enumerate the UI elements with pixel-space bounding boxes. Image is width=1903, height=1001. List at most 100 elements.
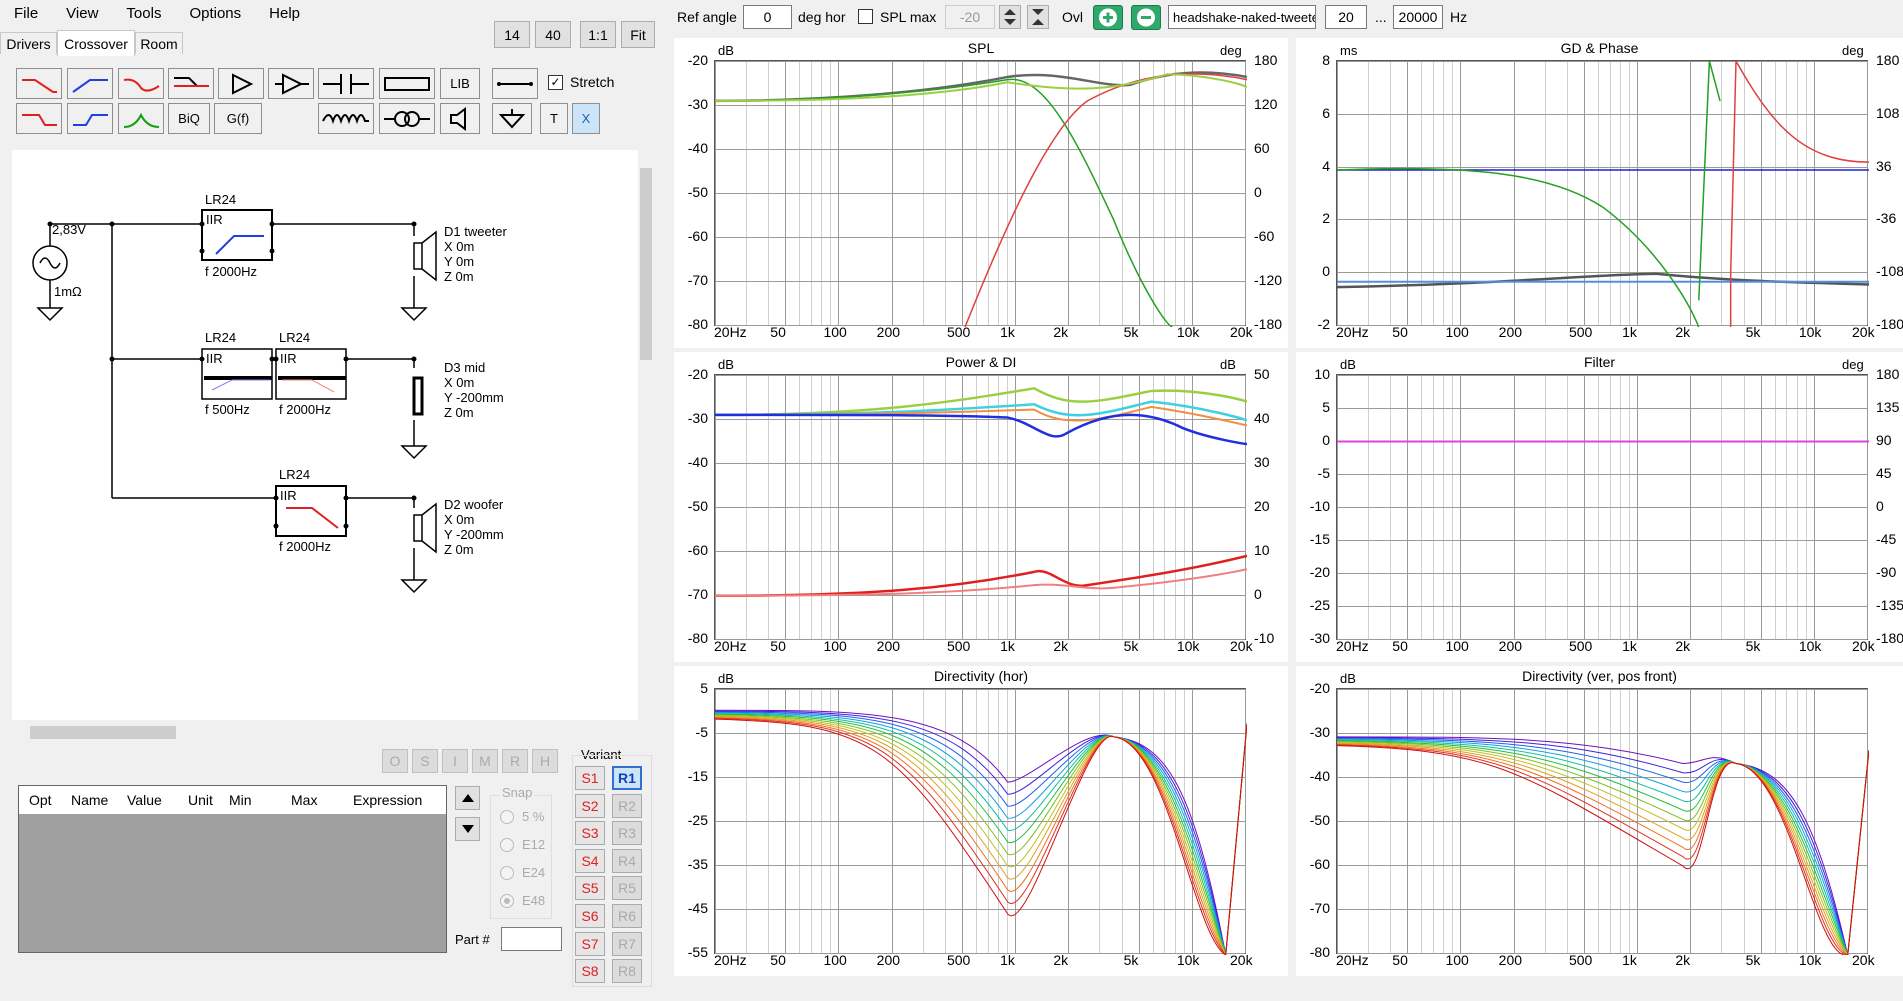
variant-s-button[interactable]: S8 [575, 959, 605, 984]
wire-tool[interactable] [492, 68, 538, 99]
spl-spinner[interactable] [999, 5, 1021, 29]
vertical-scrollbar[interactable] [638, 150, 654, 720]
shelf-filter-tool[interactable] [168, 68, 214, 99]
col-name[interactable]: Name [71, 792, 108, 808]
bandpass-green-tool[interactable] [118, 103, 164, 134]
variant-r-button[interactable]: R6 [612, 904, 642, 928]
snap-radio-e48[interactable] [500, 894, 514, 908]
overlay-name-input[interactable]: headshake-naked-tweeter [1168, 5, 1316, 29]
highpass-blue-tool[interactable] [67, 103, 113, 134]
ref-angle-input[interactable]: 0 [743, 5, 792, 29]
part-number-input[interactable] [501, 927, 562, 951]
y-tick-label: -25 [1309, 597, 1330, 613]
plot-area[interactable] [714, 688, 1247, 955]
menu-view[interactable]: View [52, 5, 112, 22]
bandstop-filter-tool[interactable] [118, 68, 164, 99]
col-min[interactable]: Min [229, 792, 252, 808]
highpass-filter-tool[interactable] [67, 68, 113, 99]
chart-panel[interactable]: Directivity (hor) dB 5 -5 -15 -25 -35 -45 -55 20H… [674, 666, 1288, 976]
zoom-fit-button[interactable]: Fit [621, 21, 655, 48]
snap-radio-e12[interactable] [500, 838, 514, 852]
tab-room[interactable]: Room [135, 32, 183, 54]
col-max[interactable]: Max [291, 792, 317, 808]
variant-r-button[interactable]: R2 [612, 793, 642, 818]
variant-r-button[interactable]: R8 [612, 959, 642, 984]
plot-area[interactable] [714, 374, 1247, 640]
chart-panel[interactable]: GD & Phase ms deg 8 6 4 2 0 -2 180 108 36 -36 -108 -18… [1296, 38, 1903, 348]
biquad-button[interactable]: BiQ [168, 103, 210, 134]
spl-max-checkbox[interactable] [858, 9, 873, 24]
opt-r-button[interactable]: R [502, 749, 528, 773]
menu-options[interactable]: Options [175, 5, 255, 22]
speaker-tool[interactable] [440, 103, 480, 134]
buffer-tool[interactable] [268, 68, 314, 99]
col-opt[interactable]: Opt [29, 792, 52, 808]
plot-area[interactable] [714, 60, 1247, 327]
horizontal-scrollbar[interactable] [12, 723, 638, 741]
transformer-tool[interactable] [379, 103, 435, 134]
variant-r-button[interactable]: R4 [612, 848, 642, 873]
opt-s-button[interactable]: S [412, 749, 438, 773]
zoom-14-button[interactable]: 14 [494, 21, 530, 48]
freq-max-input[interactable]: 20000 [1393, 5, 1443, 29]
opt-h-button[interactable]: H [532, 749, 558, 773]
inductor-tool[interactable] [318, 103, 374, 134]
scroll-thumb[interactable] [640, 168, 652, 360]
chart-panel[interactable]: SPL dB deg -20 -30 -40 -50 -60 -70 -80 180 120 60 0 -6… [674, 38, 1288, 348]
chart-panel[interactable]: Filter dB deg 10 5 0 -5 -10 -15 -20 -25 -30 180 135 90… [1296, 352, 1903, 662]
opt-m-button[interactable]: M [472, 749, 498, 773]
variant-r-button[interactable]: R1 [612, 766, 642, 790]
col-value[interactable]: Value [127, 792, 162, 808]
amplifier-tool[interactable] [218, 68, 264, 99]
add-overlay-button[interactable] [1093, 5, 1123, 30]
remove-overlay-button[interactable] [1131, 5, 1161, 30]
plot-area[interactable] [1336, 60, 1869, 327]
library-button[interactable]: LIB [440, 68, 480, 99]
collapse-button[interactable] [1027, 5, 1049, 29]
plot-area[interactable] [1336, 374, 1869, 640]
lowpass-filter-tool[interactable] [16, 68, 62, 99]
opt-i-button[interactable]: I [442, 749, 468, 773]
text-tool-button[interactable]: T [540, 103, 568, 134]
chart-panel[interactable]: Directivity (ver, pos front) dB -20 -30 -40 -… [1296, 666, 1903, 976]
menu-help[interactable]: Help [255, 5, 314, 22]
zoom-1-1-button[interactable]: 1:1 [580, 21, 616, 48]
freq-min-input[interactable]: 20 [1325, 5, 1367, 29]
plot-area[interactable] [1336, 688, 1869, 955]
y-tick-label: -70 [687, 586, 708, 602]
variant-s-button[interactable]: S2 [575, 793, 605, 818]
variant-s-button[interactable]: S4 [575, 848, 605, 873]
ground-tool[interactable] [492, 103, 532, 134]
chart-panel[interactable]: Power & DI dB dB -20 -30 -40 -50 -60 -70 -80 50 40 3… [674, 352, 1288, 662]
x-tool-button[interactable]: X [572, 103, 600, 134]
lowpass-red-tool[interactable] [16, 103, 62, 134]
menu-file[interactable]: File [0, 5, 52, 22]
gf-button[interactable]: G(f) [214, 103, 262, 134]
col-expression[interactable]: Expression [353, 792, 422, 808]
snap-radio-5[interactable] [500, 810, 514, 824]
snap-radio-e24[interactable] [500, 866, 514, 880]
move-up-button[interactable] [455, 786, 480, 810]
schematic-canvas[interactable]: 2,83V 1mΩ LR24 IIR f 2000Hz LR24 IIR f 5… [12, 150, 638, 720]
variant-r-button[interactable]: R5 [612, 876, 642, 901]
scroll-thumb[interactable] [30, 726, 176, 739]
variant-r-button[interactable]: R3 [612, 821, 642, 846]
variant-s-button[interactable]: S7 [575, 931, 605, 956]
resistor-tool[interactable] [379, 68, 435, 99]
variant-s-button[interactable]: S6 [575, 904, 605, 928]
col-unit[interactable]: Unit [188, 792, 213, 808]
menu-tools[interactable]: Tools [112, 5, 175, 22]
zoom-40-button[interactable]: 40 [535, 21, 571, 48]
parameter-table[interactable]: Opt Name Value Unit Min Max Expression [18, 785, 447, 953]
stretch-checkbox[interactable]: ✓ [548, 75, 563, 90]
spl-max-input[interactable]: -20 [945, 5, 995, 29]
opt-o-button[interactable]: O [382, 749, 408, 773]
variant-s-button[interactable]: S3 [575, 821, 605, 846]
tab-drivers[interactable]: Drivers [0, 32, 57, 54]
variant-s-button[interactable]: S5 [575, 876, 605, 901]
move-down-button[interactable] [455, 817, 480, 841]
variant-s-button[interactable]: S1 [575, 766, 605, 790]
variant-r-button[interactable]: R7 [612, 931, 642, 956]
tab-crossover[interactable]: Crossover [57, 30, 135, 56]
capacitor-tool[interactable] [318, 68, 374, 99]
